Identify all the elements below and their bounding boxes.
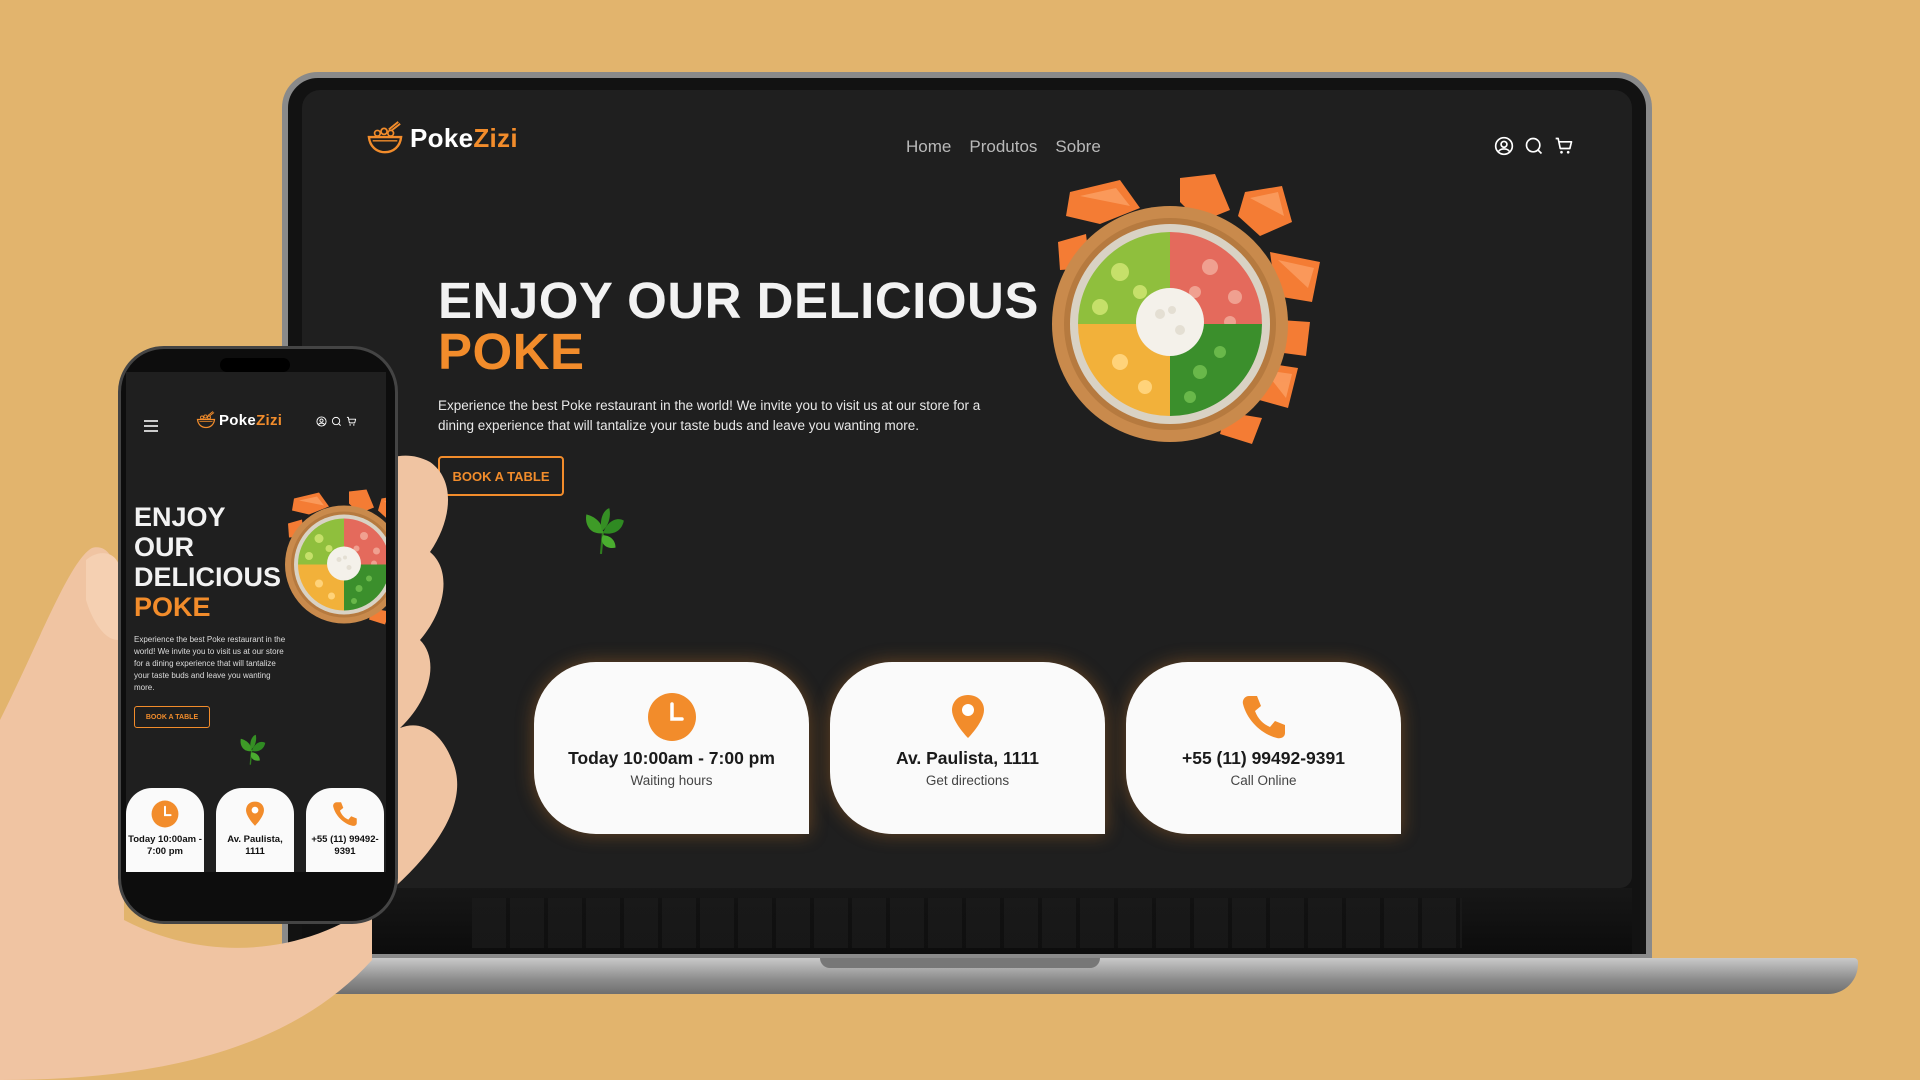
mobile-brand-logo[interactable]: PokeZizi	[196, 410, 282, 430]
card-subtitle[interactable]: Get directions	[830, 773, 1105, 788]
mobile-info-card-hours: Today 10:00am - 7:00 pm	[126, 788, 204, 872]
user-icon[interactable]	[316, 416, 327, 427]
phone-icon	[1239, 692, 1289, 742]
card-title: +55 (11) 99492-9391	[1182, 748, 1345, 768]
info-card-address: Av. Paulista, 1111 Get directions	[830, 662, 1105, 834]
info-card-hours: Today 10:00am - 7:00 pm Waiting hours	[534, 662, 809, 834]
nav-item-sobre[interactable]: Sobre	[1055, 137, 1100, 157]
bowl-logo-icon	[196, 410, 216, 430]
card-title: Av. Paulista, 1111	[895, 748, 1040, 768]
mobile-info-card-phone: +55 (11) 99492-9391	[306, 788, 384, 872]
parsley-leaf-icon	[576, 504, 628, 556]
poke-bowl-image	[1030, 172, 1330, 482]
user-icon[interactable]	[1494, 136, 1514, 156]
card-subtitle[interactable]: Call Online	[1126, 773, 1401, 788]
cart-icon[interactable]	[1554, 136, 1574, 156]
search-icon[interactable]	[331, 416, 342, 427]
card-subtitle[interactable]: Waiting hours	[534, 773, 809, 788]
phone-screen: PokeZizi ENJOY OUR DELICIOUS POKE Experi…	[126, 372, 386, 872]
mobile-book-table-button[interactable]: BOOK A TABLE	[134, 706, 210, 728]
header-actions	[1494, 136, 1574, 156]
mobile-hero-description: Experience the best Poke restaurant in t…	[134, 635, 286, 692]
location-pin-icon	[241, 800, 269, 828]
info-card-phone: +55 (11) 99492-9391 Call Online	[1126, 662, 1401, 834]
phone-icon	[331, 800, 359, 828]
mobile-hero-title: ENJOY OUR DELICIOUS POKE	[134, 502, 282, 622]
nav-item-home[interactable]: Home	[906, 137, 951, 157]
card-title: Today 10:00am - 7:00 pm	[568, 748, 775, 768]
card-title: Av. Paulista, 1111	[227, 834, 283, 857]
location-pin-icon	[943, 692, 993, 742]
phone-dynamic-island	[220, 358, 290, 372]
cart-icon[interactable]	[346, 416, 357, 427]
clock-icon	[647, 692, 697, 742]
mobile-info-card-address: Av. Paulista, 1111	[216, 788, 294, 872]
search-icon[interactable]	[1524, 136, 1544, 156]
mobile-brand-name: PokeZizi	[219, 411, 283, 429]
laptop-notch	[820, 958, 1100, 968]
nav-item-produtos[interactable]: Produtos	[969, 137, 1037, 157]
mobile-header-actions	[316, 416, 357, 427]
main-nav: Home Produtos Sobre	[906, 137, 1101, 157]
parsley-leaf-icon	[234, 732, 268, 766]
hamburger-menu-icon[interactable]	[144, 420, 158, 435]
card-title: +55 (11) 99492-9391	[311, 834, 379, 857]
clock-icon	[151, 800, 179, 828]
card-title: Today 10:00am - 7:00 pm	[128, 834, 202, 857]
